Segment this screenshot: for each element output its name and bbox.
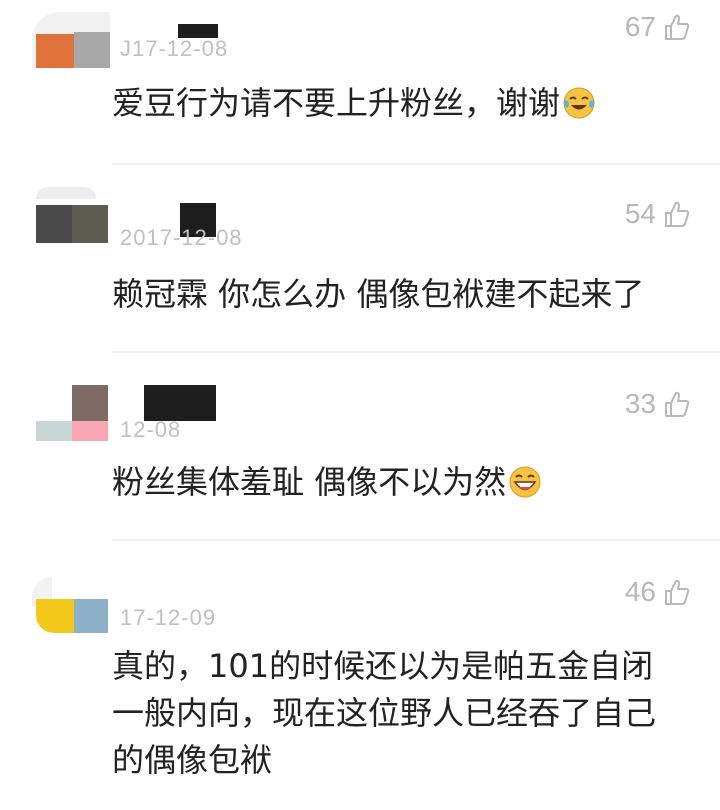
comment-text-content: 粉丝集体羞耻 偶像不以为然: [112, 463, 507, 501]
like-button[interactable]: 67: [625, 10, 690, 44]
avatar[interactable]: [32, 385, 110, 441]
thumbs-up-icon: [665, 14, 690, 40]
like-count: 46: [624, 576, 656, 607]
comment-date: 17-12-09: [120, 605, 217, 630]
tears-of-joy-emoji: [563, 87, 595, 119]
like-button[interactable]: 46: [625, 575, 690, 609]
like-count: 67: [624, 11, 656, 42]
username-redacted[interactable]: [144, 385, 216, 421]
comment-text: 真的，101的时候还以为是帕五金自闭一般内向，现在这位野人已经吞了自己的偶像包袱: [112, 647, 657, 779]
like-count: 33: [624, 388, 656, 419]
avatar[interactable]: [32, 577, 110, 633]
comment-text: 粉丝集体羞耻 偶像不以为然: [112, 459, 680, 506]
like-button[interactable]: 33: [625, 387, 690, 421]
thumbs-up-icon: [665, 201, 690, 227]
comment-date: J17-12-08: [120, 36, 229, 61]
comment-item: J17-12-08 67 爱豆行为请不要上升粉丝，谢谢: [0, 0, 720, 165]
comment-date: 2017-12-08: [120, 225, 243, 250]
comment-date: 12-08: [120, 417, 182, 442]
avatar[interactable]: [32, 187, 110, 243]
comment-item: 2017-12-08 54 赖冠霖 你怎么办 偶像包袱建不起来了: [0, 165, 720, 353]
grinning-emoji: [509, 466, 541, 498]
like-button[interactable]: 54: [625, 197, 690, 231]
comment-item: 12-08 33 粉丝集体羞耻 偶像不以为然: [0, 353, 720, 541]
comment-text: 赖冠霖 你怎么办 偶像包袱建不起来了: [112, 275, 645, 313]
like-count: 54: [624, 198, 656, 229]
comment-item: 17-12-09 46 真的，101的时候还以为是帕五金自闭一般内向，现在这位野…: [0, 541, 720, 810]
thumbs-up-icon: [665, 391, 690, 417]
thumbs-up-icon: [665, 579, 690, 605]
avatar[interactable]: [32, 12, 110, 68]
comment-text: 爱豆行为请不要上升粉丝，谢谢: [112, 80, 680, 127]
comment-text-content: 爱豆行为请不要上升粉丝，谢谢: [112, 84, 561, 122]
